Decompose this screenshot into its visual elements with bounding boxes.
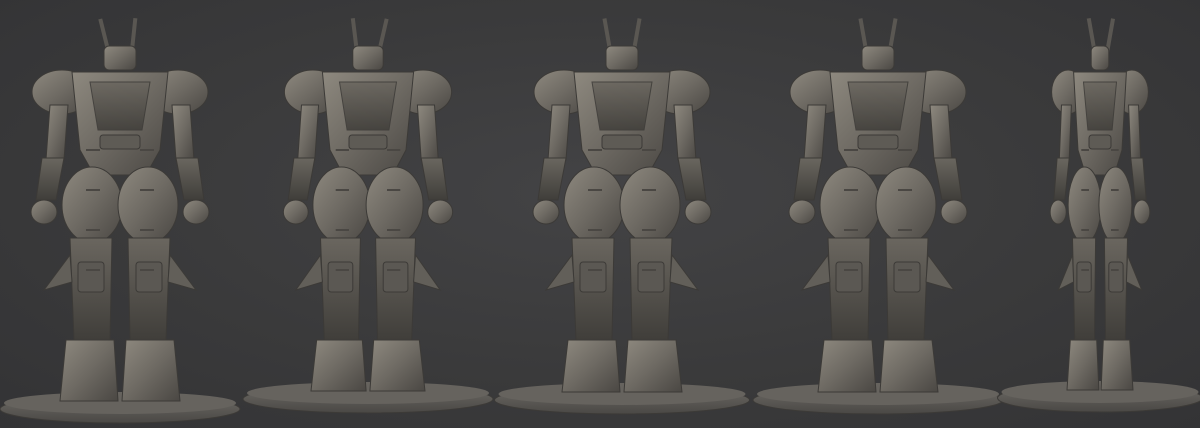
forearm-left	[287, 157, 316, 201]
abdomen-segment	[601, 134, 643, 150]
abdomen-segment	[1088, 134, 1112, 150]
knee-armor-left	[1076, 261, 1092, 293]
mech-figure-front	[494, 18, 750, 415]
knee-armor-left	[327, 261, 354, 293]
leg-blade-left	[294, 253, 323, 291]
foot-left	[561, 339, 621, 393]
abdomen-segment	[348, 134, 388, 150]
render-viewport	[0, 0, 1200, 428]
upper-arm-right	[171, 104, 195, 161]
upper-arm-right	[1128, 104, 1142, 161]
upper-arm-left	[547, 104, 571, 161]
foot-left	[1066, 339, 1100, 391]
head	[605, 45, 639, 71]
hand-left	[30, 199, 58, 225]
pedestal-top	[247, 382, 489, 404]
thigh-left	[819, 166, 881, 244]
pedestal-top	[757, 383, 999, 405]
forearm-right	[677, 157, 707, 201]
forearm-left	[1053, 157, 1070, 201]
thigh-right	[365, 166, 424, 244]
hand-left	[1049, 199, 1067, 225]
knee-armor-right	[893, 261, 921, 293]
upper-arm-right	[929, 104, 953, 161]
chest-plate	[338, 81, 398, 131]
leg-blade-right	[413, 253, 442, 291]
thigh-right	[1098, 166, 1133, 244]
head	[1090, 45, 1110, 71]
leg-blade-left	[42, 253, 73, 291]
knee-armor-left	[579, 261, 607, 293]
thigh-right	[619, 166, 681, 244]
foot-right	[121, 339, 181, 402]
head	[103, 45, 137, 71]
foot-right	[1100, 339, 1134, 391]
chest-plate	[591, 81, 653, 131]
hand-left	[788, 199, 816, 225]
leg-blade-right	[167, 253, 198, 291]
forearm-left	[793, 157, 823, 201]
foot-right	[623, 339, 683, 393]
pedestal-top	[4, 392, 236, 414]
foot-left	[59, 339, 119, 402]
pedestal-top	[1001, 381, 1199, 403]
thigh-left	[312, 166, 371, 244]
thigh-right	[117, 166, 179, 244]
leg-blade-right	[925, 253, 956, 291]
mech-figure-front-three-quarter	[242, 17, 494, 414]
upper-arm-left	[45, 104, 69, 161]
hand-right	[1133, 199, 1151, 225]
knee-armor-right	[135, 261, 163, 293]
mech-figure-back	[752, 18, 1004, 415]
hand-right	[940, 199, 968, 225]
forearm-left	[35, 157, 65, 201]
upper-arm-right	[416, 104, 439, 161]
leg-blade-left	[800, 253, 831, 291]
knee-armor-left	[77, 261, 105, 293]
upper-arm-left	[1058, 104, 1072, 161]
upper-arm-right	[673, 104, 697, 161]
foot-left	[310, 339, 367, 392]
chest-plate	[89, 81, 151, 131]
leg-blade-left	[544, 253, 575, 291]
abdomen-segment	[99, 134, 141, 150]
knee-armor-right	[382, 261, 409, 293]
head	[861, 45, 895, 71]
knee-armor-right	[637, 261, 665, 293]
chest-plate	[847, 81, 909, 131]
upper-arm-left	[297, 104, 320, 161]
thigh-left	[563, 166, 625, 244]
forearm-right	[933, 157, 963, 201]
hand-right	[427, 199, 454, 225]
hand-left	[282, 199, 309, 225]
forearm-right	[1130, 157, 1147, 201]
mech-turnaround-render	[0, 17, 1200, 424]
forearm-right	[420, 157, 449, 201]
hand-left	[532, 199, 560, 225]
thigh-right	[875, 166, 937, 244]
knee-armor-right	[1108, 261, 1124, 293]
leg-blade-right	[669, 253, 700, 291]
mech-figure-side	[997, 17, 1200, 413]
mech-figure-back-three-quarter	[0, 17, 241, 424]
foot-left	[817, 339, 877, 393]
head	[352, 45, 384, 71]
forearm-left	[537, 157, 567, 201]
thigh-left	[1067, 166, 1102, 244]
thigh-left	[61, 166, 123, 244]
abdomen-segment	[857, 134, 899, 150]
knee-armor-left	[835, 261, 863, 293]
pedestal-top	[498, 383, 746, 405]
foot-right	[369, 339, 426, 392]
hand-right	[684, 199, 712, 225]
leg-blade-right	[1125, 254, 1143, 292]
foot-right	[879, 339, 939, 393]
upper-arm-left	[803, 104, 827, 161]
forearm-right	[175, 157, 205, 201]
chest-plate	[1082, 81, 1118, 131]
hand-right	[182, 199, 210, 225]
leg-blade-left	[1057, 254, 1075, 292]
